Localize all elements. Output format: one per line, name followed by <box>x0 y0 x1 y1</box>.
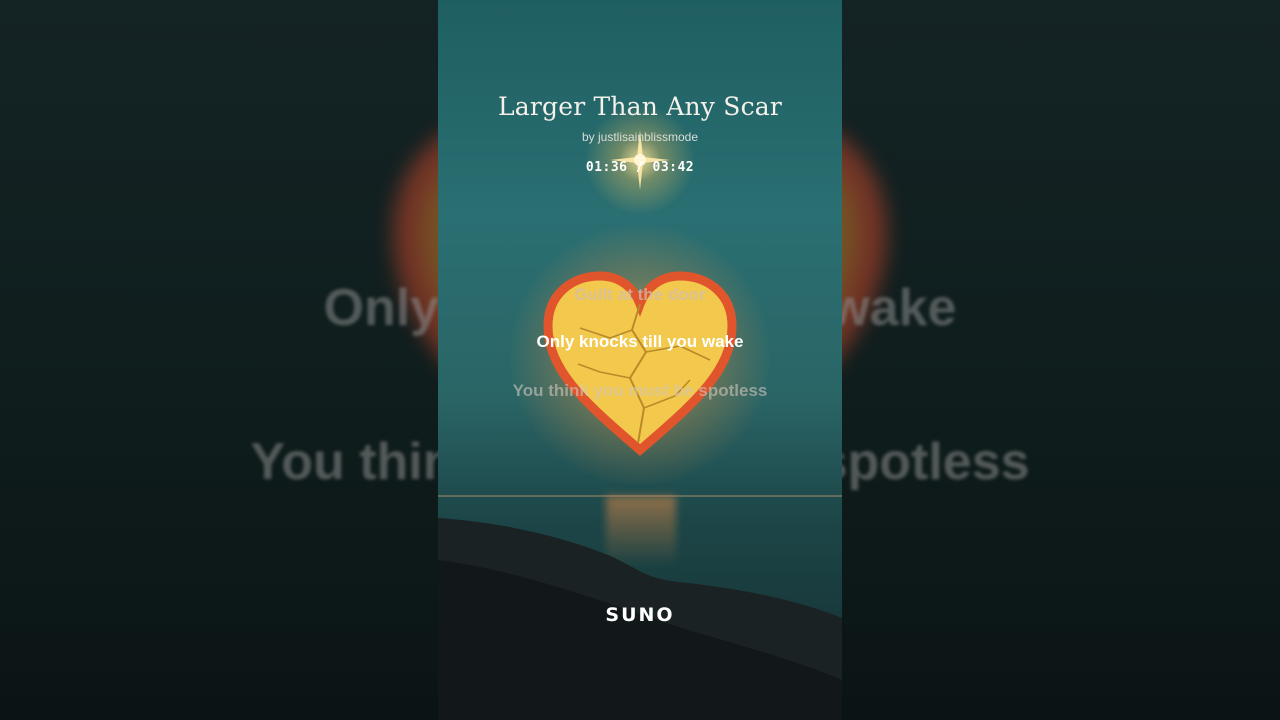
lyric-current-line: Only knocks till you wake <box>536 332 744 351</box>
song-title: Larger Than Any Scar <box>497 92 783 121</box>
artist-credit: by justlisainblissmode <box>581 130 699 144</box>
playback-time: 01:36 / 03:42 <box>585 160 695 175</box>
lyric-previous-line: Guilt at the door <box>574 285 706 304</box>
lyric-next-line: You think you must be spotless <box>512 381 768 400</box>
suno-logo: SUNO <box>605 604 675 626</box>
video-card: Larger Than Any Scar by justlisainblissm… <box>438 0 842 720</box>
